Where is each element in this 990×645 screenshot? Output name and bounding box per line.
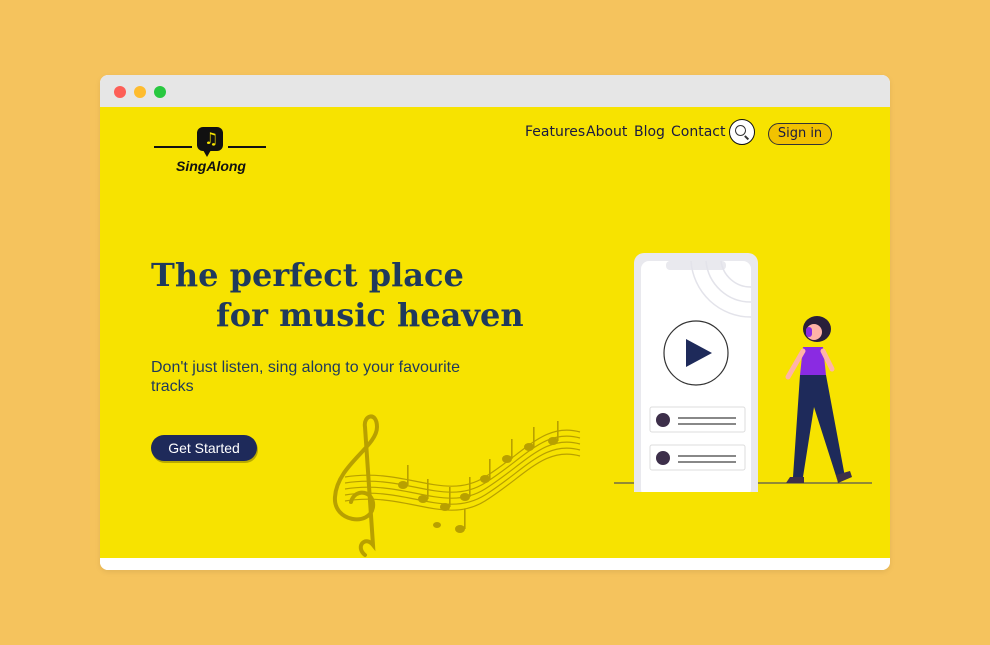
hero-subtitle: Don't just listen, sing along to your fa… [151,359,460,395]
music-note-chat-bubble-icon: ♫ [197,127,223,157]
search-icon-handle [744,135,750,140]
search-button[interactable] [729,119,755,145]
nav-link-about[interactable]: About [586,124,627,140]
hero-headline: The perfect place for music heaven [151,255,524,335]
sign-in-button[interactable]: Sign in [768,123,832,145]
nav-link-blog[interactable]: Blog [634,124,665,140]
landing-page: ♫ SingAlong Features About Blog Contact … [100,107,890,558]
browser-window: ♫ SingAlong Features About Blog Contact … [100,75,890,570]
search-icon [735,125,746,136]
maximize-window-button[interactable] [154,86,166,98]
nav-link-contact[interactable]: Contact [671,124,725,140]
logo-line-right [228,146,266,148]
headline-line-1: The perfect place [151,256,464,294]
treble-clef-icon [332,414,380,557]
get-started-button[interactable]: Get Started [151,435,257,461]
music-notes [398,421,559,533]
close-window-button[interactable] [114,86,126,98]
brand-name: SingAlong [176,158,246,174]
phone-illustration [614,253,872,492]
logo-line-left [154,146,192,148]
person-with-headphones [785,316,852,483]
nav-link-features[interactable]: Features [525,124,585,140]
window-bottom-edge [100,558,890,570]
minimize-window-button[interactable] [134,86,146,98]
headphones-icon [806,327,812,337]
brand-logo[interactable]: ♫ SingAlong [154,117,266,174]
headline-line-2: for music heaven [216,296,524,334]
window-titlebar [100,75,890,107]
music-staff-illustration [332,414,581,557]
